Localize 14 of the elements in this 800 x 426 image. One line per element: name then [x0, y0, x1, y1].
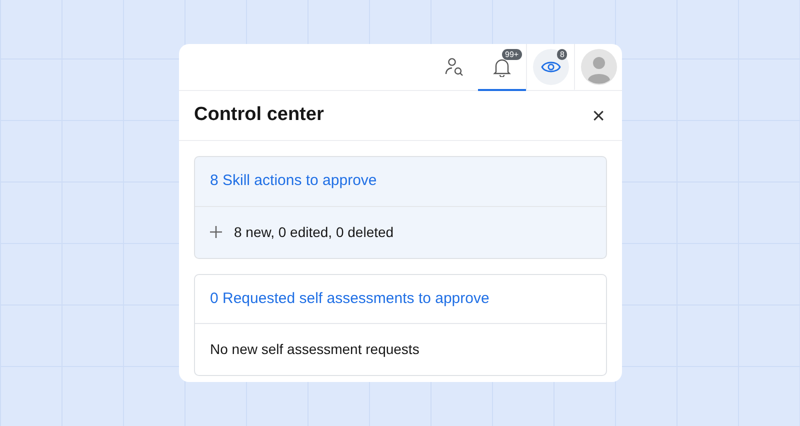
detail-text: 8 new, 0 edited, 0 deleted [234, 222, 394, 242]
eye-icon [540, 60, 560, 74]
detail-text: No new self assessment requests [210, 340, 420, 359]
avatar-icon [580, 48, 616, 84]
count-badge: 99+ [502, 49, 522, 60]
panel-title: Control center [194, 103, 324, 128]
close-button[interactable]: × [590, 104, 607, 126]
toolbar-tab[interactable]: 99+ [478, 44, 526, 91]
plus-icon[interactable] [210, 226, 222, 238]
section-link[interactable]: 0 Requested self assessments to approve [195, 274, 606, 324]
bell-icon [493, 56, 511, 76]
count-badge: 8 [557, 49, 568, 60]
people-search-icon [444, 56, 464, 76]
section-link[interactable]: 8 Skill actions to approve [195, 157, 606, 206]
